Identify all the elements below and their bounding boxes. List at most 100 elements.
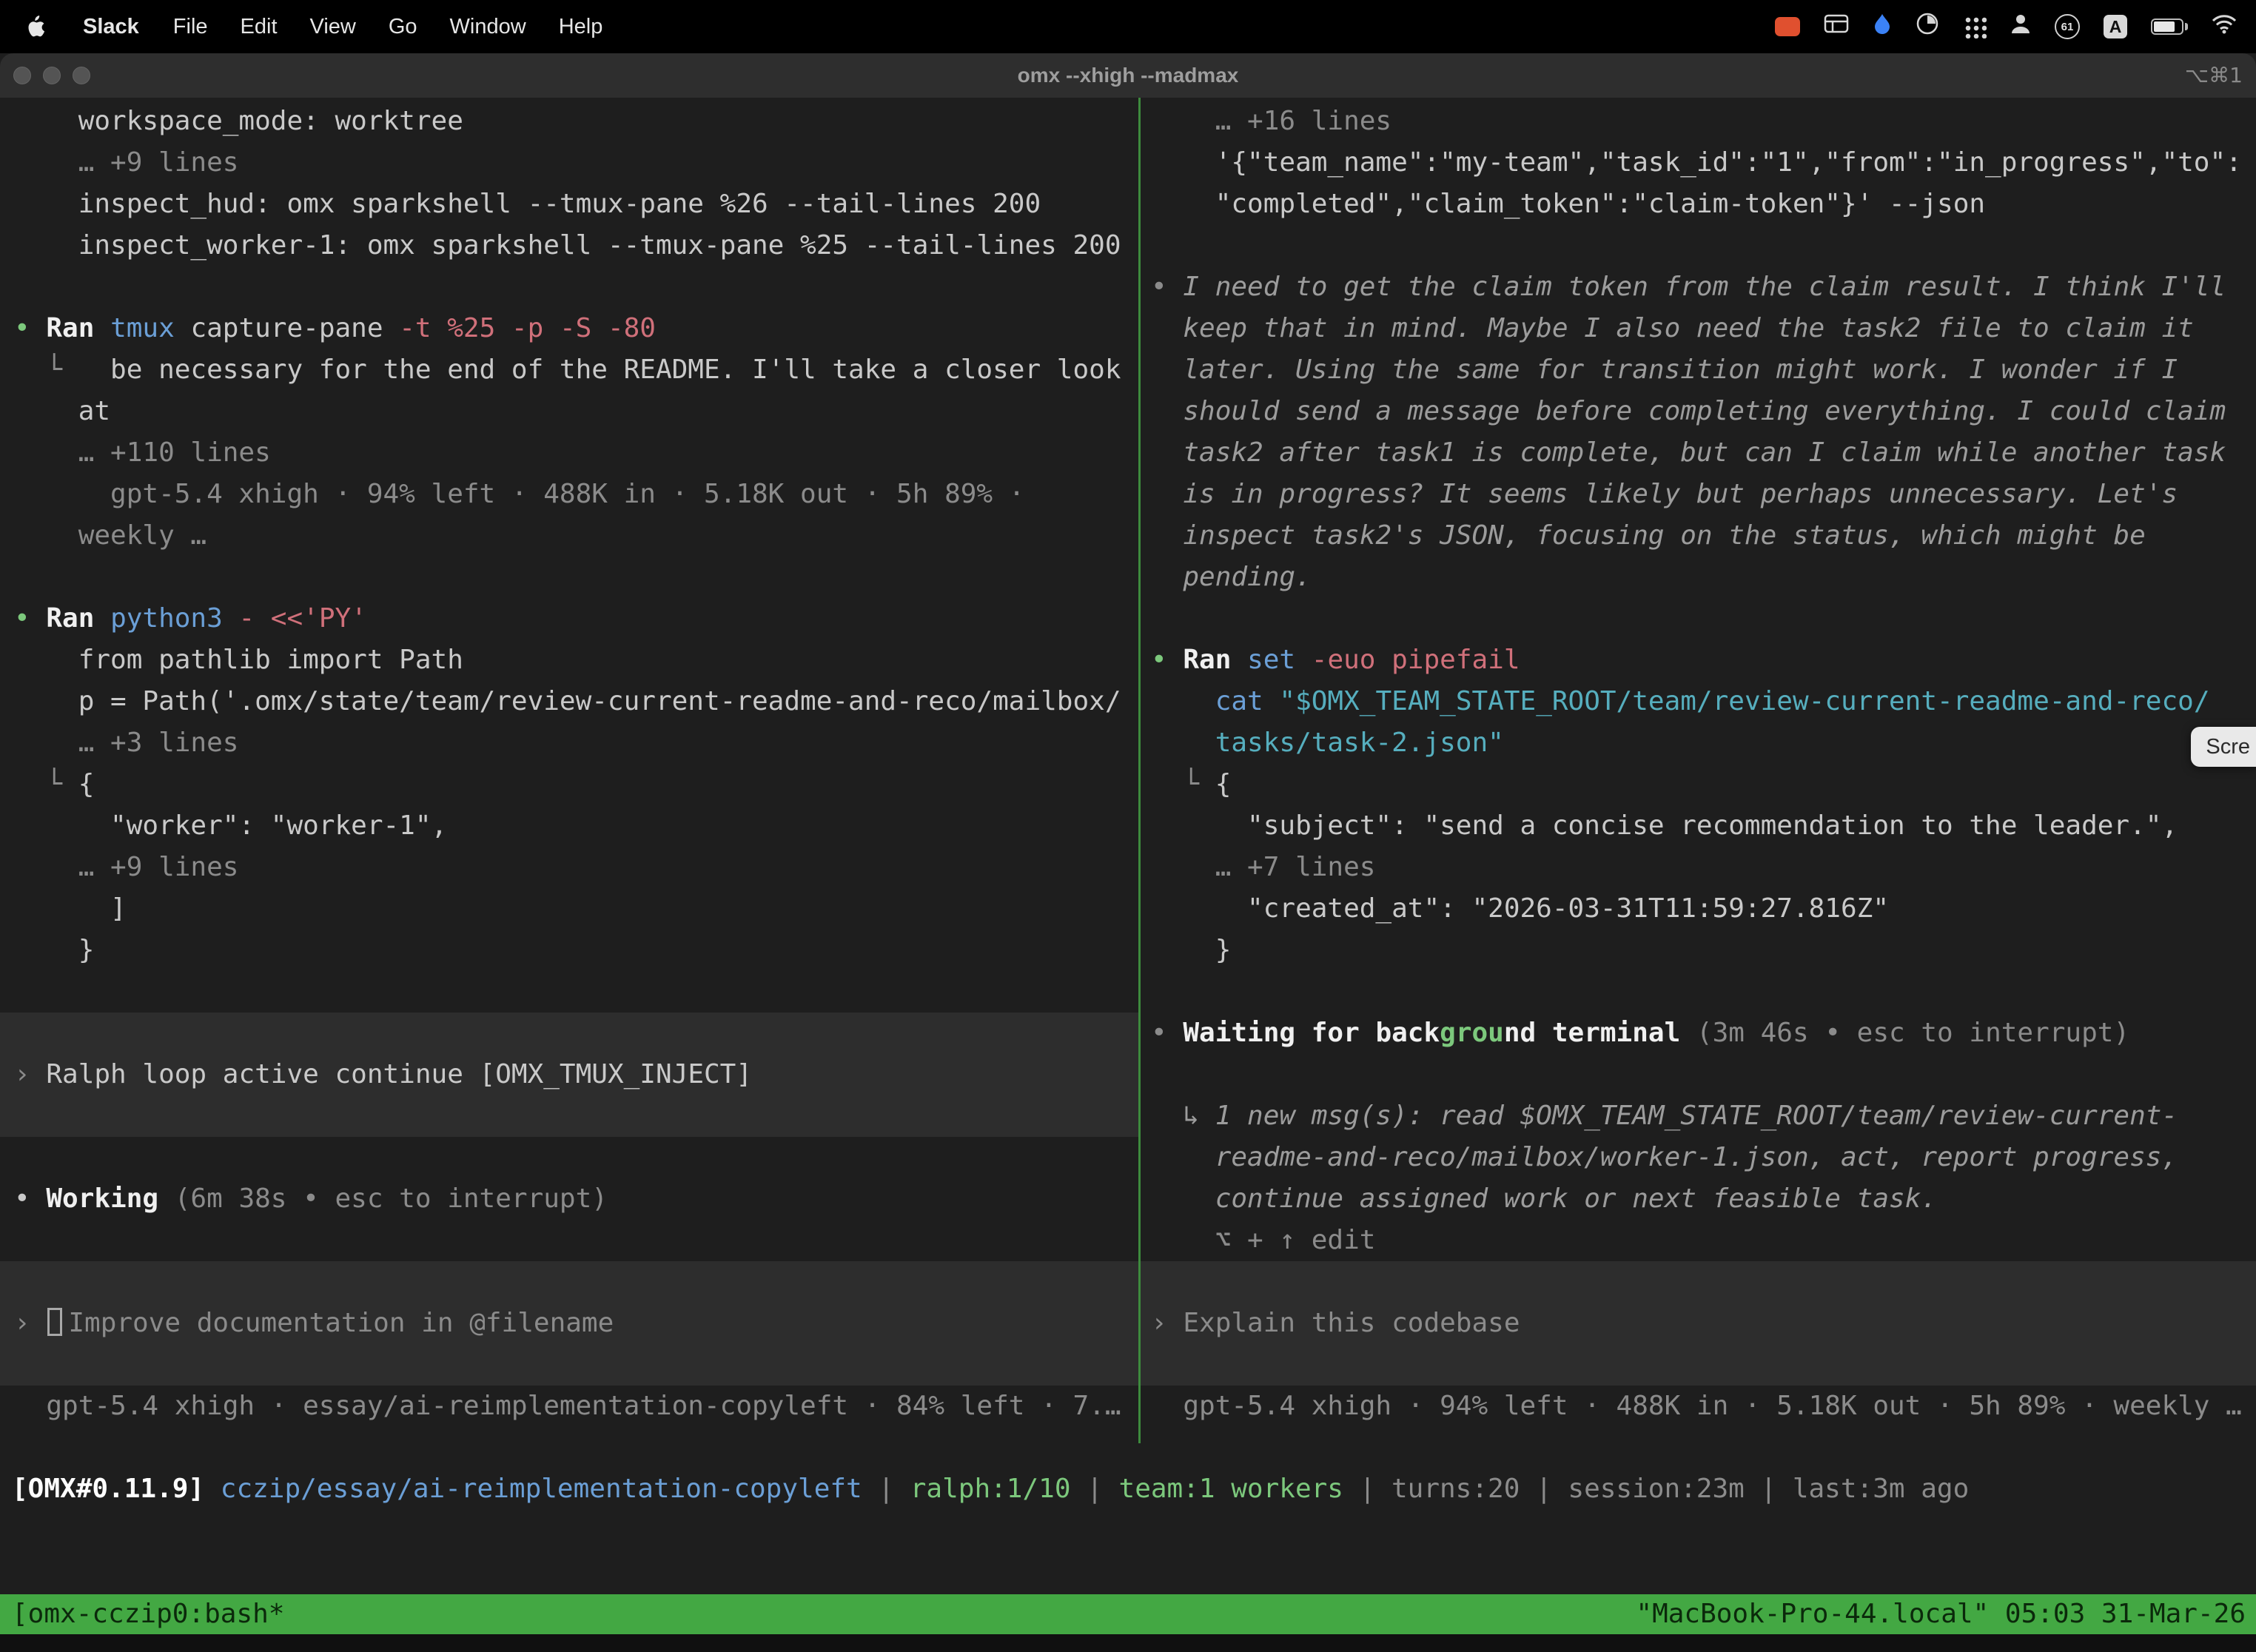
- terminal-text-segment: •: [1151, 1018, 1183, 1048]
- terminal-text-segment: › Explain this codebase: [1151, 1308, 1520, 1338]
- text-cursor: [47, 1308, 62, 1336]
- terminal-text-segment: gpt-5.4 xhigh · essay/ai-reimplementatio…: [14, 1391, 1121, 1421]
- terminal-line: inspect_hud: omx sparkshell --tmux-pane …: [0, 184, 1138, 225]
- terminal-line: weekly …: [0, 515, 1138, 557]
- terminal-text-segment: gpt-5.4 xhigh · 94% left · 488K in · 5.1…: [14, 479, 1024, 509]
- terminal-line: continue assigned work or next feasible …: [1141, 1178, 2256, 1220]
- terminal-text-segment: Ran: [46, 603, 110, 634]
- terminal-text-segment: "$OMX_TEAM_STATE_ROOT/team/review-curren…: [1279, 686, 2209, 716]
- terminal-text-segment: ↳ 1 new msg(s): read $OMX_TEAM_STATE_ROO…: [1151, 1101, 2178, 1131]
- terminal-text-segment: ]: [14, 893, 127, 924]
- tmux-status-bar: [omx-cczip0:bash* "MacBook-Pro-44.local"…: [0, 1594, 2256, 1634]
- terminal-line: • Waiting for background terminal (3m 46…: [1141, 1013, 2256, 1054]
- terminal-text-segment: cczip/essay/ai-reimplementation-copyleft: [221, 1474, 862, 1504]
- terminal-text-segment: readme-and-reco/mailbox/worker-1.json, a…: [1151, 1142, 2178, 1172]
- app-menus: FileEditViewGoWindowHelp: [157, 15, 620, 39]
- terminal-text-segment: … +7 lines: [1151, 852, 1375, 882]
- terminal-text-segment: ralph:1/10: [910, 1474, 1071, 1504]
- input-source-icon[interactable]: A: [2104, 15, 2127, 38]
- terminal-text-segment: p = Path('.omx/state/team/review-current…: [14, 686, 1121, 716]
- gauge-value: 61: [2061, 21, 2074, 33]
- blue-drop-icon[interactable]: [1873, 13, 1892, 41]
- terminal-text-segment: team:1 workers: [1119, 1474, 1343, 1504]
- terminal-text-segment: └: [14, 769, 78, 799]
- terminal-text-segment: ›: [14, 1059, 46, 1089]
- menu-window[interactable]: Window: [434, 15, 543, 38]
- terminal-text-segment: gpt-5.4 xhigh · 94% left · 488K in · 5.1…: [1151, 1391, 2242, 1421]
- terminal-line: later. Using the same for transition mig…: [1141, 349, 2256, 391]
- active-app-name[interactable]: Slack: [65, 15, 157, 39]
- screen-recording-indicator-icon[interactable]: [1775, 17, 1800, 36]
- menu-help[interactable]: Help: [543, 15, 620, 38]
- screen-tooltip-overlay[interactable]: Scre: [2191, 727, 2256, 767]
- terminal-text-segment: … +110 lines: [14, 437, 271, 468]
- terminal-pane-left[interactable]: workspace_mode: worktree … +9 lines insp…: [0, 101, 1138, 1427]
- timer-circle-icon[interactable]: [1916, 12, 1939, 41]
- terminal-text-segment: "completed","claim_token":"claim-token"}…: [1151, 189, 1985, 219]
- terminal-text-segment: ›: [14, 1308, 46, 1338]
- terminal-text-segment: | turns:20 | session:23m | last:3m ago: [1343, 1474, 1969, 1504]
- terminal-line: [1141, 971, 2256, 1013]
- macos-menu-bar: Slack FileEditViewGoWindowHelp 61 A: [0, 0, 2256, 53]
- terminal-text-segment: inspect_worker-1: omx sparkshell --tmux-…: [14, 230, 1121, 261]
- display-grid-icon[interactable]: [1824, 13, 1849, 40]
- omx-hud-status-line: [OMX#0.11.9] cczip/essay/ai-reimplementa…: [0, 1468, 2256, 1510]
- terminal-line: [0, 1344, 1138, 1386]
- terminal-line: at: [0, 391, 1138, 432]
- terminal-line: tasks/task-2.json": [1141, 722, 2256, 764]
- terminal-text-segment: Waiting for back: [1183, 1018, 1440, 1048]
- terminal-text-segment: grou: [1440, 1018, 1504, 1048]
- person-icon[interactable]: [2010, 13, 2031, 41]
- terminal-line: … +3 lines: [0, 722, 1138, 764]
- tmux-host-time: "MacBook-Pro-44.local" 05:03 31-Mar-26: [1636, 1594, 2246, 1634]
- menu-go[interactable]: Go: [372, 15, 434, 38]
- terminal-text-segment: at: [14, 396, 110, 426]
- terminal-text-segment: be necessary for the end of the README. …: [110, 355, 1121, 385]
- terminal-text-segment: [1151, 686, 1215, 716]
- terminal-line: [1141, 1261, 2256, 1303]
- terminal-text-segment: pending.: [1151, 562, 1312, 592]
- wifi-icon[interactable]: [2212, 14, 2237, 40]
- menu-bar-left: Slack FileEditViewGoWindowHelp: [0, 15, 619, 39]
- terminal-text-segment: workspace_mode: worktree: [14, 106, 463, 136]
- terminal-line: • Ran python3 - <<'PY': [0, 598, 1138, 639]
- terminal-text-segment: {: [1215, 769, 1232, 799]
- terminal-line: [1141, 225, 2256, 266]
- gauge-icon[interactable]: 61: [2055, 14, 2080, 39]
- terminal-line: [0, 266, 1138, 308]
- terminal-line: "completed","claim_token":"claim-token"}…: [1141, 184, 2256, 225]
- terminal-line: inspect_worker-1: omx sparkshell --tmux-…: [0, 225, 1138, 266]
- terminal-line: … +16 lines: [1141, 101, 2256, 142]
- terminal-text-segment: -euo pipefail: [1312, 645, 1520, 675]
- terminal-text-segment: cat: [1215, 686, 1280, 716]
- terminal-line: ↳ 1 new msg(s): read $OMX_TEAM_STATE_ROO…: [1141, 1095, 2256, 1137]
- window-title: omx --xhigh --madmax: [0, 53, 2256, 98]
- terminal-text-segment: Working: [46, 1183, 174, 1214]
- terminal-line: p = Path('.omx/state/team/review-current…: [0, 681, 1138, 722]
- terminal-text-segment: Ralph loop active continue [OMX_TMUX_INJ…: [46, 1059, 752, 1089]
- window-shortcut-hint: ⌥⌘1: [2185, 53, 2243, 98]
- menu-file[interactable]: File: [157, 15, 224, 38]
- terminal-line: [0, 557, 1138, 598]
- terminal-pane-right[interactable]: … +16 lines '{"team_name":"my-team","tas…: [1141, 101, 2256, 1427]
- terminal-line: [1141, 1054, 2256, 1095]
- terminal-line: • Working (6m 38s • esc to interrupt): [0, 1178, 1138, 1220]
- terminal-text-segment: └: [1151, 769, 1215, 799]
- terminal-text-segment: Ran: [46, 313, 110, 343]
- menu-edit[interactable]: Edit: [224, 15, 294, 38]
- terminal-text-segment: python3: [110, 603, 238, 634]
- battery-icon[interactable]: [2151, 19, 2188, 35]
- terminal-line: workspace_mode: worktree: [0, 101, 1138, 142]
- apple-menu[interactable]: [25, 16, 65, 38]
- terminal-line: gpt-5.4 xhigh · 94% left · 488K in · 5.1…: [0, 474, 1138, 515]
- dots-grid-icon[interactable]: [1963, 15, 1987, 38]
- terminal-text-segment: ⌥ + ↑ edit: [1151, 1225, 1375, 1255]
- menu-view[interactable]: View: [294, 15, 372, 38]
- terminal-line: from pathlib import Path: [0, 639, 1138, 681]
- terminal-text-segment: should send a message before completing …: [1151, 396, 2226, 426]
- terminal-text-segment: set: [1247, 645, 1312, 675]
- terminal-line: ⌥ + ↑ edit: [1141, 1220, 2256, 1261]
- terminal-line: └ {: [1141, 764, 2256, 805]
- terminal-line: [0, 1013, 1138, 1054]
- terminal-text-segment: }: [14, 935, 94, 965]
